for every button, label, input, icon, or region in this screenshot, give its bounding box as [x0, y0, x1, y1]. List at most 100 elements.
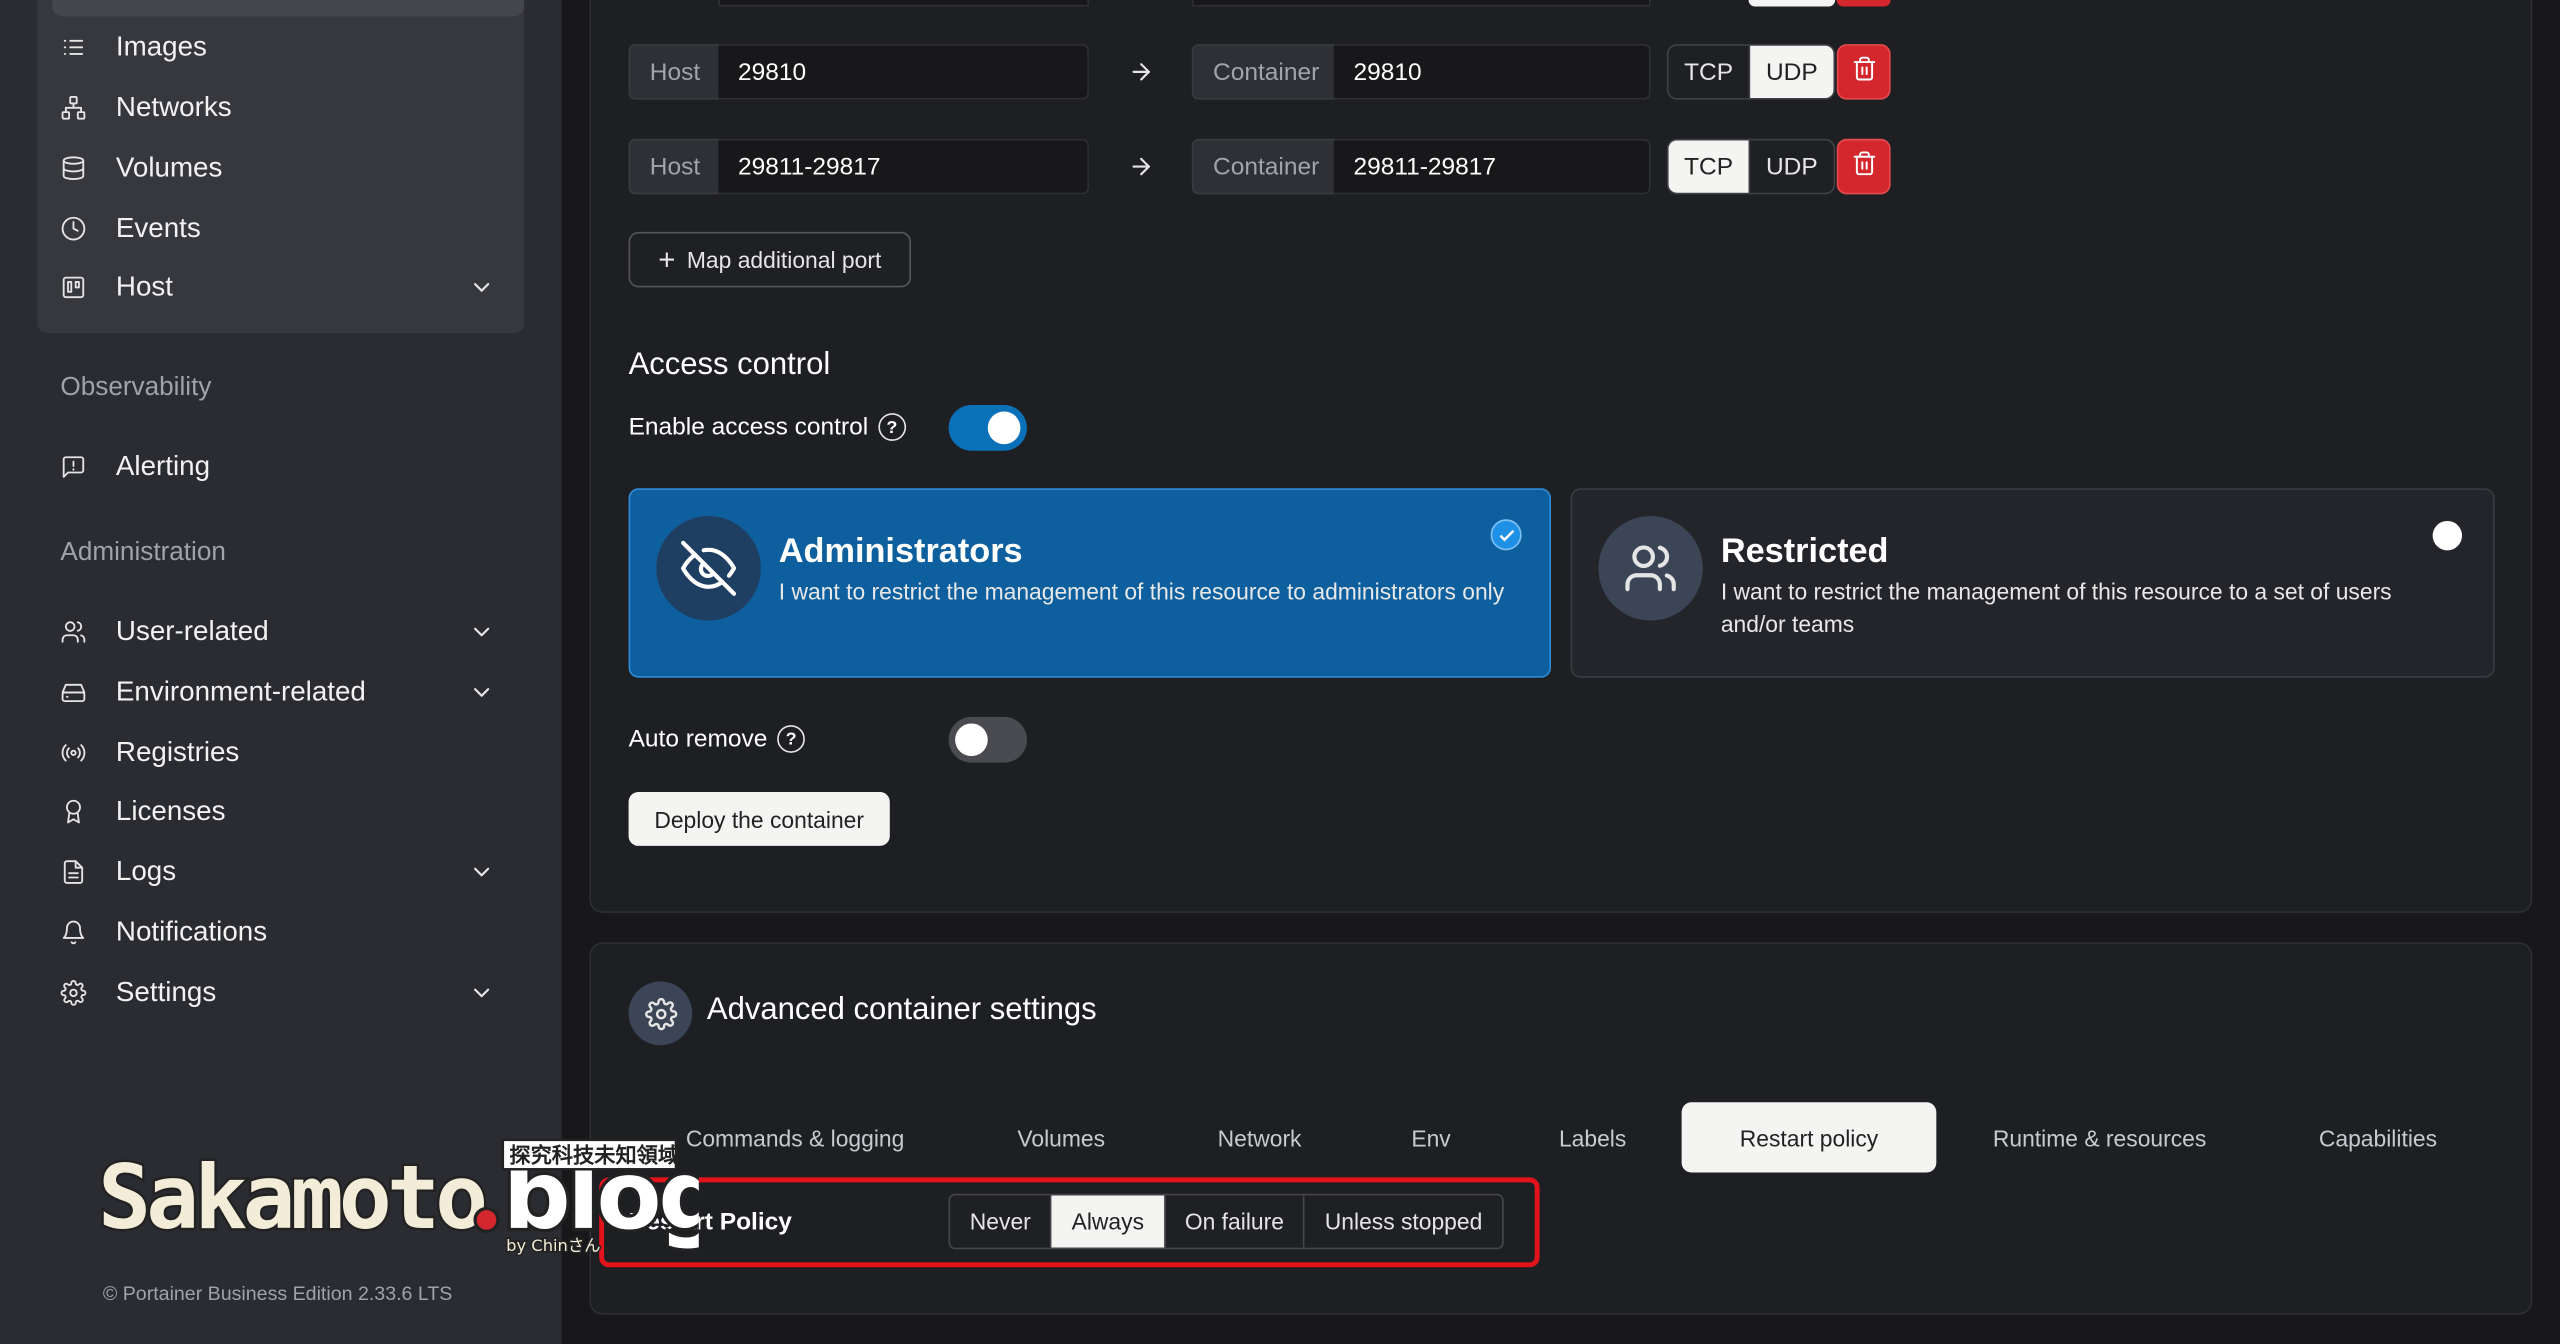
sidebar-item-label: Volumes — [115, 151, 223, 183]
tab-network[interactable]: Network — [1192, 1102, 1328, 1172]
restricted-option-card[interactable]: Restricted I want to restrict the manage… — [1570, 488, 2495, 678]
users-icon — [1598, 516, 1703, 621]
chevron-down-icon[interactable] — [469, 980, 495, 1006]
gear-icon — [59, 978, 88, 1007]
access-control-title: Access control — [628, 347, 831, 383]
sidebar-item-label: Networks — [115, 91, 232, 123]
arrow-right-icon — [1128, 59, 1154, 85]
alert-message-icon — [59, 452, 88, 481]
gear-icon — [628, 981, 693, 1046]
container-port-input[interactable]: 29811-29817 — [1333, 138, 1651, 195]
chevron-down-icon[interactable] — [469, 859, 495, 885]
container-label: Container — [1191, 138, 1336, 195]
tcp-button[interactable]: TCP — [1666, 44, 1751, 100]
award-icon — [59, 797, 88, 826]
sidebar-item-images[interactable]: Images — [59, 23, 207, 72]
help-icon[interactable]: ? — [877, 413, 906, 441]
sidebar-item-label: User-related — [115, 615, 269, 647]
eye-off-icon — [656, 516, 761, 621]
server-icon — [59, 273, 88, 302]
svg-text:Sakamoto: Sakamoto — [98, 1146, 484, 1249]
users-icon — [59, 617, 88, 646]
udp-button[interactable]: UDP — [1748, 44, 1836, 100]
port-row-partial — [718, 0, 1089, 7]
sidebar-item-label: Events — [115, 212, 201, 244]
enable-access-control-label: Enable access control ? — [629, 413, 906, 441]
sidebar-item-alerting[interactable]: Alerting — [59, 443, 210, 492]
tab-volumes[interactable]: Volumes — [989, 1102, 1133, 1172]
tab-runtime-resources[interactable]: Runtime & resources — [1969, 1102, 2230, 1172]
sidebar-item-user-related[interactable]: User-related — [59, 607, 269, 656]
host-label: Host — [628, 138, 720, 195]
sidebar-item-label: Environment-related — [115, 676, 366, 708]
chevron-down-icon[interactable] — [469, 679, 495, 705]
sidebar-item-label: Registries — [115, 736, 240, 768]
port-row-partial — [1748, 0, 1836, 7]
watermark-tagline: 探究科技未知領域 — [509, 1143, 679, 1169]
tab-commands-logging[interactable]: Commands & logging — [663, 1102, 927, 1172]
auto-remove-text: Auto remove — [628, 725, 768, 753]
tab-labels[interactable]: Labels — [1538, 1102, 1647, 1172]
sidebar-item-label: Licenses — [115, 795, 226, 827]
delete-port-button[interactable] — [1836, 138, 1891, 195]
chevron-down-icon[interactable] — [469, 274, 495, 300]
delete-port-button[interactable] — [1836, 44, 1891, 100]
sidebar-item-volumes[interactable]: Volumes — [59, 144, 223, 193]
database-icon — [59, 154, 88, 183]
tab-env[interactable]: Env — [1388, 1102, 1475, 1172]
tcp-button[interactable]: TCP — [1666, 138, 1751, 195]
access-control-toggle[interactable] — [948, 404, 1027, 451]
check-icon — [1490, 519, 1522, 551]
sidebar-item-label: Images — [115, 31, 207, 63]
map-additional-port-label: Map additional port — [686, 246, 882, 273]
restricted-title: Restricted — [1720, 532, 1889, 570]
tab-restart-policy[interactable]: Restart policy — [1681, 1102, 1937, 1173]
trash-icon — [1851, 149, 1877, 183]
observability-heading: Observability — [60, 373, 212, 402]
sidebar-item-events[interactable]: Events — [59, 204, 201, 253]
host-port-input[interactable]: 29810 — [718, 44, 1089, 100]
trash-icon — [1851, 55, 1877, 89]
host-label: Host — [628, 44, 720, 100]
tab-capabilities[interactable]: Capabilities — [2294, 1102, 2462, 1172]
sidebar-item-networks[interactable]: Networks — [59, 83, 232, 132]
arrow-right-icon — [1128, 154, 1154, 180]
administrators-description: I want to restrict the management of thi… — [778, 578, 1505, 605]
file-text-icon — [59, 857, 88, 886]
sidebar-item-notifications[interactable]: Notifications — [59, 908, 267, 957]
sidebar-item-licenses[interactable]: Licenses — [59, 787, 226, 836]
auto-remove-label: Auto remove ? — [629, 725, 805, 753]
administrators-option-card[interactable]: Administrators I want to restrict the ma… — [628, 488, 1552, 678]
sidebar-item-label: Settings — [115, 976, 217, 1008]
sidebar-item-host[interactable]: Host — [59, 263, 173, 312]
sidebar-item-settings[interactable]: Settings — [59, 968, 216, 1017]
udp-button[interactable]: UDP — [1748, 138, 1836, 195]
footer-version: © Portainer Business Edition 2.33.6 LTS — [102, 1281, 453, 1305]
administrators-title: Administrators — [778, 532, 1023, 570]
bell-icon — [59, 918, 88, 947]
chevron-down-icon[interactable] — [469, 619, 495, 645]
list-icon — [59, 33, 88, 62]
container-config-panel — [589, 0, 2533, 913]
help-icon[interactable]: ? — [777, 725, 805, 753]
clock-icon — [59, 214, 88, 243]
map-additional-port-button[interactable]: + Map additional port — [628, 231, 912, 288]
sidebar-item-registries[interactable]: Registries — [59, 728, 240, 777]
environment-selector[interactable] — [52, 0, 525, 17]
deploy-container-button[interactable]: Deploy the container — [628, 792, 890, 846]
administration-heading: Administration — [60, 538, 226, 567]
sidebar-item-logs[interactable]: Logs — [59, 848, 176, 897]
auto-remove-toggle[interactable] — [948, 716, 1027, 763]
toggle-knob — [987, 411, 1021, 445]
port-row-partial — [1191, 0, 1651, 7]
advanced-settings-title: Advanced container settings — [706, 992, 1097, 1028]
host-port-input[interactable]: 29811-29817 — [718, 138, 1089, 195]
network-icon — [59, 93, 88, 122]
annotation-highlight-box — [599, 1177, 1540, 1268]
radio-unselected — [2432, 520, 2463, 551]
radio-icon — [59, 738, 88, 767]
sidebar-item-label: Host — [115, 271, 174, 303]
restricted-description: I want to restrict the management of thi… — [1720, 578, 2392, 637]
sidebar-item-environment-related[interactable]: Environment-related — [59, 668, 366, 717]
container-port-input[interactable]: 29810 — [1333, 44, 1651, 100]
